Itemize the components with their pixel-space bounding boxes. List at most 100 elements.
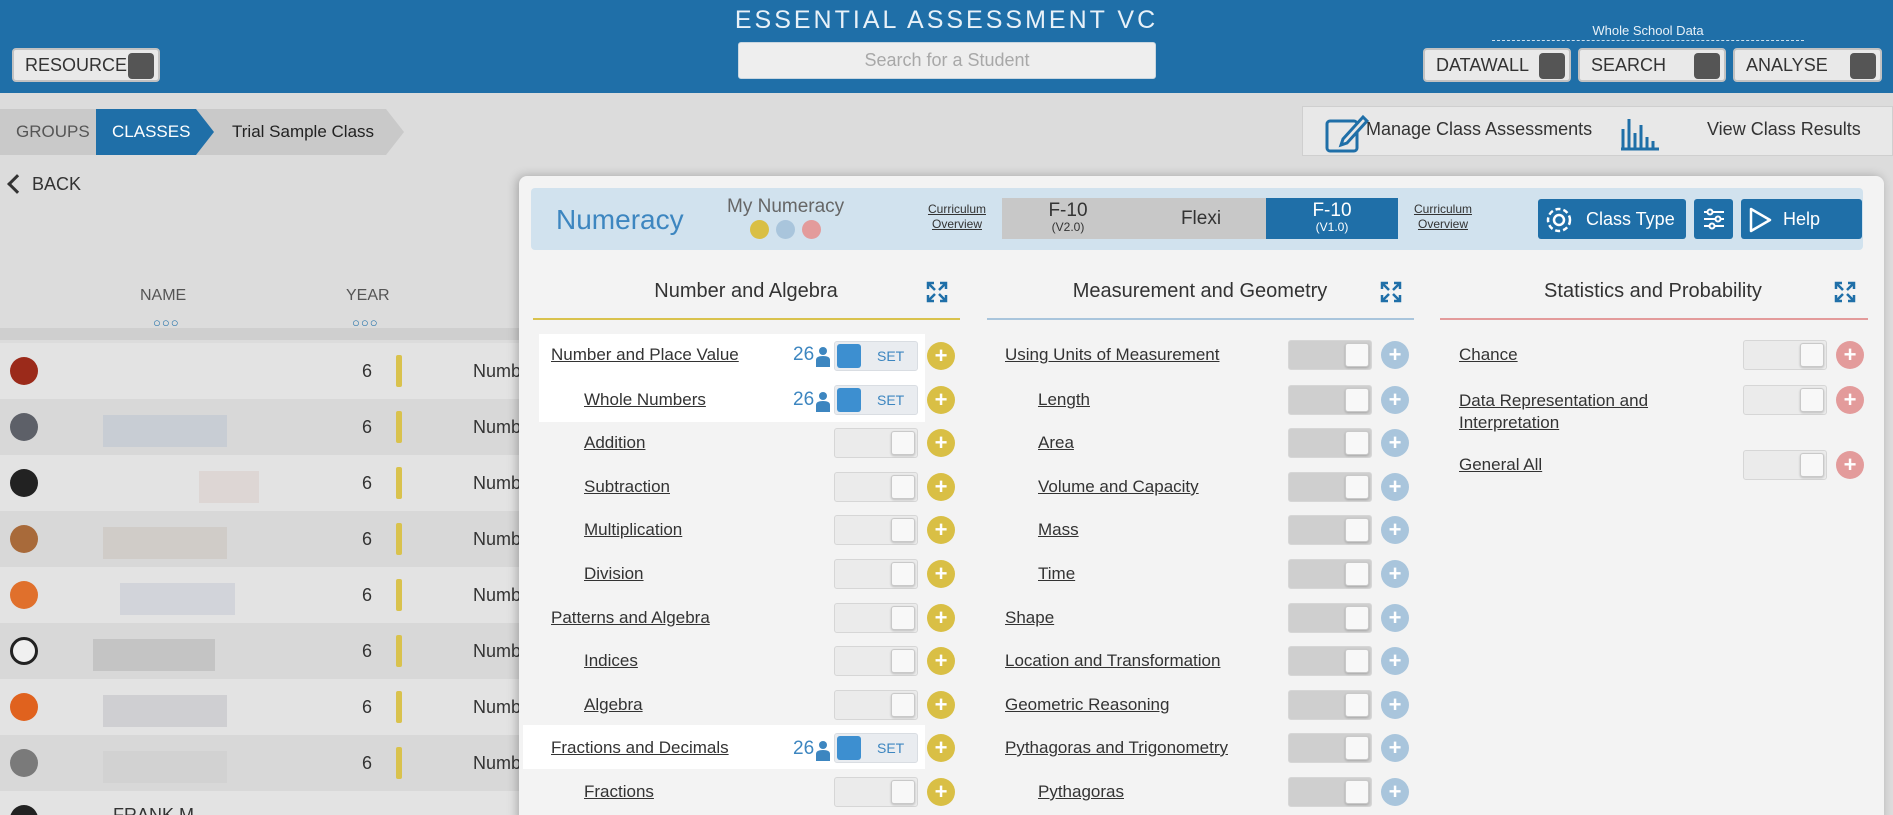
student-search-input[interactable]: Search for a Student	[738, 42, 1156, 79]
topic-indices[interactable]: Indices	[584, 651, 638, 671]
add-icon[interactable]: +	[1381, 386, 1409, 414]
topic-length[interactable]: Length	[1038, 390, 1090, 410]
column-header-year[interactable]: YEAR	[346, 287, 390, 305]
topic-whole-numbers[interactable]: Whole Numbers	[584, 390, 706, 410]
topic-data-representation[interactable]: Data Representation and Interpretation	[1459, 390, 1709, 434]
topic-number-place-value[interactable]: Number and Place Value	[551, 345, 739, 365]
edit-icon[interactable]	[1325, 113, 1369, 155]
column-header-name[interactable]: NAME	[140, 287, 186, 305]
topic-shape[interactable]: Shape	[1005, 608, 1054, 628]
add-icon[interactable]: +	[1381, 473, 1409, 501]
help-button[interactable]: Help	[1741, 199, 1862, 239]
manage-assessments-link[interactable]: Manage Class Assessments	[1366, 119, 1592, 140]
back-button[interactable]: BACK	[7, 174, 81, 195]
topic-fractions-decimals[interactable]: Fractions and Decimals	[551, 738, 729, 758]
topic-toggle[interactable]	[1288, 603, 1372, 633]
add-icon[interactable]: +	[1836, 386, 1864, 414]
topic-mass[interactable]: Mass	[1038, 520, 1079, 540]
topic-toggle[interactable]	[1288, 385, 1372, 415]
search-button[interactable]: SEARCH	[1578, 48, 1726, 82]
topic-toggle[interactable]	[1288, 777, 1372, 807]
topic-toggle[interactable]	[834, 472, 918, 502]
table-row[interactable]: FRANK M	[0, 791, 540, 815]
expand-icon[interactable]	[926, 281, 948, 303]
table-row[interactable]: 6 Numb	[0, 567, 540, 623]
expand-icon[interactable]	[1380, 281, 1402, 303]
topic-toggle[interactable]	[1288, 559, 1372, 589]
seg-f10-v1[interactable]: F-10 (V1.0)	[1266, 198, 1398, 239]
add-icon[interactable]: +	[927, 429, 955, 457]
topic-toggle[interactable]	[1288, 340, 1372, 370]
analyse-button[interactable]: ANALYSE	[1733, 48, 1882, 82]
topic-algebra[interactable]: Algebra	[584, 695, 643, 715]
topic-division[interactable]: Division	[584, 564, 644, 584]
seg-flexi[interactable]: Flexi	[1134, 198, 1268, 239]
add-icon[interactable]: +	[1381, 341, 1409, 369]
set-toggle[interactable]: SET	[834, 733, 918, 763]
curriculum-overview-link-2[interactable]: Curriculum Overview	[1407, 202, 1479, 232]
table-row[interactable]: 6 Numb	[0, 511, 540, 567]
add-icon[interactable]: +	[1381, 604, 1409, 632]
breadcrumb-groups[interactable]: GROUPS	[0, 109, 100, 155]
topic-fractions[interactable]: Fractions	[584, 782, 654, 802]
add-icon[interactable]: +	[1836, 341, 1864, 369]
topic-location-transformation[interactable]: Location and Transformation	[1005, 651, 1220, 671]
topic-subtraction[interactable]: Subtraction	[584, 477, 670, 497]
topic-toggle[interactable]	[1288, 733, 1372, 763]
topic-multiplication[interactable]: Multiplication	[584, 520, 682, 540]
add-icon[interactable]: +	[927, 386, 955, 414]
set-toggle[interactable]: SET	[834, 341, 918, 371]
topic-toggle[interactable]	[834, 646, 918, 676]
topic-toggle[interactable]	[1288, 428, 1372, 458]
topic-toggle[interactable]	[1743, 450, 1827, 480]
add-icon[interactable]: +	[927, 560, 955, 588]
table-row[interactable]: 6 Numb	[0, 735, 540, 791]
settings-button[interactable]	[1694, 199, 1733, 239]
topic-toggle[interactable]	[1743, 340, 1827, 370]
add-icon[interactable]: +	[927, 604, 955, 632]
topic-toggle[interactable]	[1288, 646, 1372, 676]
expand-icon[interactable]	[1834, 281, 1856, 303]
topic-addition[interactable]: Addition	[584, 433, 645, 453]
add-icon[interactable]: +	[1381, 560, 1409, 588]
add-icon[interactable]: +	[1381, 778, 1409, 806]
topic-patterns-algebra[interactable]: Patterns and Algebra	[551, 608, 710, 628]
add-icon[interactable]: +	[927, 516, 955, 544]
topic-toggle[interactable]	[1288, 472, 1372, 502]
add-icon[interactable]: +	[1381, 734, 1409, 762]
table-row[interactable]: 6 Numb	[0, 679, 540, 735]
topic-toggle[interactable]	[1288, 690, 1372, 720]
add-icon[interactable]: +	[927, 473, 955, 501]
topic-toggle[interactable]	[1743, 385, 1827, 415]
resources-button[interactable]: RESOURCES	[12, 48, 160, 82]
topic-toggle[interactable]	[834, 515, 918, 545]
topic-units-measurement[interactable]: Using Units of Measurement	[1005, 345, 1219, 365]
table-row[interactable]: 6 Numb	[0, 399, 540, 455]
topic-time[interactable]: Time	[1038, 564, 1075, 584]
topic-toggle[interactable]	[1288, 515, 1372, 545]
topic-area[interactable]: Area	[1038, 433, 1074, 453]
topic-toggle[interactable]	[834, 559, 918, 589]
topic-pythagoras[interactable]: Pythagoras	[1038, 782, 1124, 802]
my-numeracy-label[interactable]: My Numeracy	[727, 196, 844, 218]
table-row[interactable]: 6 Numb	[0, 623, 540, 679]
add-icon[interactable]: +	[927, 778, 955, 806]
topic-chance[interactable]: Chance	[1459, 345, 1518, 365]
table-row[interactable]: 6 Numb	[0, 343, 540, 399]
topic-general-all[interactable]: General All	[1459, 455, 1542, 475]
topic-volume-capacity[interactable]: Volume and Capacity	[1038, 477, 1199, 497]
topic-toggle[interactable]	[834, 603, 918, 633]
breadcrumb-current-class[interactable]: Trial Sample Class	[196, 109, 404, 155]
topic-geometric-reasoning[interactable]: Geometric Reasoning	[1005, 695, 1169, 715]
set-toggle[interactable]: SET	[834, 385, 918, 415]
add-icon[interactable]: +	[1381, 691, 1409, 719]
add-icon[interactable]: +	[1381, 516, 1409, 544]
add-icon[interactable]: +	[927, 734, 955, 762]
class-type-button[interactable]: Class Type	[1538, 199, 1686, 239]
add-icon[interactable]: +	[1381, 647, 1409, 675]
seg-f10-v2[interactable]: F-10 (V2.0)	[1002, 198, 1134, 239]
add-icon[interactable]: +	[927, 342, 955, 370]
topic-toggle[interactable]	[834, 777, 918, 807]
breadcrumb-classes[interactable]: CLASSES	[96, 109, 214, 155]
bar-chart-icon[interactable]	[1619, 115, 1661, 151]
